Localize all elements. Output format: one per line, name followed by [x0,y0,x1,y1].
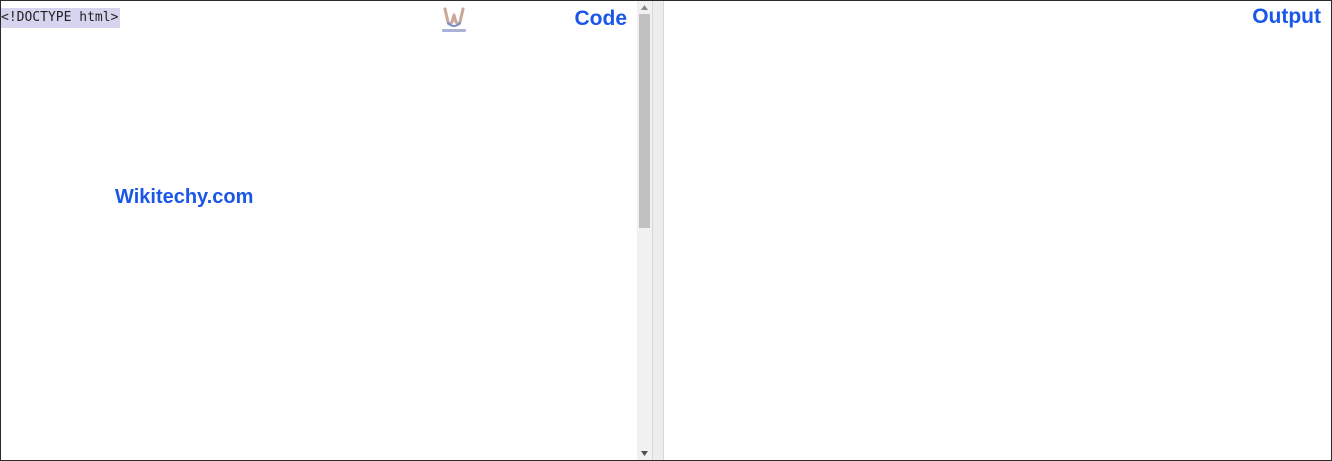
scroll-thumb[interactable] [639,14,650,228]
code-panel-title: Code [574,7,628,30]
output-panel-title: Output [1252,5,1321,28]
scroll-up-arrow-icon[interactable] [637,1,652,14]
code-editor[interactable]: <!DOCTYPE html> Code Wikitechy.com [1,1,637,460]
output-panel: Output [664,1,1331,460]
panel-resize-handle[interactable] [652,1,664,460]
code-line-1[interactable]: <!DOCTYPE html> [1,8,121,28]
watermark-text: Wikitechy.com [115,186,254,208]
code-scrollbar[interactable] [637,1,652,460]
scroll-down-arrow-icon[interactable] [637,447,652,460]
wikitechy-logo-icon [439,5,469,35]
editor-window: <!DOCTYPE html> Code Wikitechy.com Outpu… [0,0,1332,461]
